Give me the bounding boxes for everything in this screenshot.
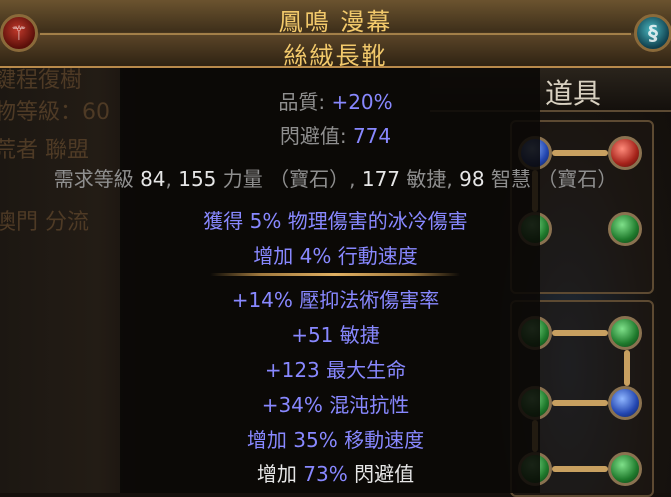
mod-separator [210, 273, 460, 276]
requirement-label: 需求等級 [53, 167, 141, 191]
requirement-separator: , [165, 167, 179, 191]
mod-prefix: 增加 [253, 244, 300, 268]
mod-value: +123 [264, 358, 320, 382]
mod-prefix: 增加 [256, 462, 304, 486]
requirement-dex: 177 [361, 167, 401, 191]
explicit-mod: +123 最大生命 [0, 354, 671, 383]
mod-text: 移動速度 [337, 428, 425, 452]
requirement-level: 84 [140, 167, 166, 191]
requirement-dex-label: 敏捷, [400, 167, 460, 191]
explicit-mod: 增加 35% 移動速度 [0, 424, 671, 453]
item-base-type: 絲絨長靴 [283, 42, 388, 70]
implicit-mod: 增加 4% 行動速度 [0, 240, 671, 269]
tooltip-header: 鳳鳴 漫幕 絲絨長靴 [0, 0, 671, 70]
mod-text: 閃避值 [347, 462, 415, 486]
mod-value: 35% [293, 428, 338, 452]
quality-line: 品質: +20% [0, 86, 671, 115]
requirement-str: 155 [178, 167, 217, 191]
implicit-mod: 獲得 5% 物理傷害的冰冷傷害 [0, 205, 671, 234]
mod-text: 最大生命 [319, 358, 407, 382]
mod-value: 5% [249, 209, 282, 233]
mod-value: +34% [261, 393, 323, 417]
mod-text: 壓抑法術傷害率 [292, 288, 440, 312]
mod-value: 4% [299, 244, 332, 268]
evasion-value: 774 [352, 124, 392, 148]
influence-orb-right-icon: § [634, 14, 671, 52]
mod-prefix: 獲得 [203, 209, 250, 233]
mod-text: 行動速度 [331, 244, 418, 268]
mod-text: 混沌抗性 [322, 393, 410, 417]
explicit-mod: +34% 混沌抗性 [0, 389, 671, 418]
evasion-label: 閃避值: [279, 124, 353, 148]
item-name: 鳳鳴 漫幕 [278, 8, 393, 36]
socket-link [552, 150, 608, 156]
mod-value: +14% [231, 288, 293, 312]
requirement-int: 98 [459, 167, 485, 191]
mod-prefix: 增加 [246, 428, 294, 452]
quality-value: +20% [331, 90, 393, 114]
requirement-int-label: 智慧 （寶石） [484, 167, 618, 191]
explicit-mod: 增加 73% 閃避值 [0, 458, 671, 487]
mod-text: 敏捷 [333, 323, 380, 347]
evasion-line: 閃避值: 774 [0, 120, 671, 149]
mod-value: +51 [291, 323, 334, 347]
influence-orb-left-icon: ⚚ [0, 14, 38, 52]
explicit-mod: +14% 壓抑法術傷害率 [0, 284, 671, 313]
mod-value: 73% [303, 462, 348, 486]
requirement-str-label: 力量 （寶石）, [216, 167, 362, 191]
mod-text: 物理傷害的冰冷傷害 [281, 209, 468, 233]
explicit-mod: +51 敏捷 [0, 319, 671, 348]
requirements-line: 需求等級 84, 155 力量 （寶石）, 177 敏捷, 98 智慧 （寶石） [0, 163, 671, 192]
quality-label: 品質: [278, 90, 332, 114]
